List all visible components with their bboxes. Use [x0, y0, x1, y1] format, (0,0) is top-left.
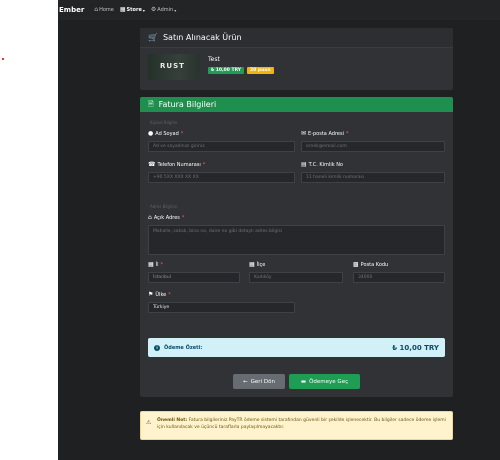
product-thumbnail: RUST — [148, 54, 200, 80]
price-badge: ₺ 10,00 TRY — [208, 67, 245, 74]
home-icon: ⌂ — [94, 6, 99, 13]
chevron-down-icon: ▾ — [142, 7, 145, 13]
order-item: RUST Test ₺ 10,00 TRY 20 puan — [140, 48, 453, 90]
email-label-text: E-posta Adresi — [308, 131, 344, 137]
personal-section-label: Kişisel Bilgiler — [150, 120, 178, 125]
order-card-title: Satın Alınacak Ürün — [162, 33, 242, 42]
district-label: ▦ İlçe — [249, 261, 266, 269]
back-button[interactable]: ← Geri Dön — [233, 374, 285, 389]
city-icon: ▦ — [148, 261, 154, 268]
summary-label-text: Ödeme Özeti: — [164, 344, 203, 351]
points-badge: 20 puan — [247, 67, 274, 74]
name-label-text: Ad Soyad — [155, 131, 179, 137]
name-input[interactable]: Ad ve soyadınızı giriniz — [148, 141, 295, 152]
billing-form: Kişisel Bilgiler ● Ad Soyad * Ad ve soyad… — [140, 112, 453, 397]
order-card: 🛒 Satın Alınacak Ürün RUST Test ₺ 10,00 … — [140, 28, 453, 90]
map-icon: ▦ — [249, 261, 255, 268]
tc-input[interactable]: 11 haneli kimlik numarası — [301, 172, 445, 183]
billing-card-header: 🗎 Fatura Bilgileri — [140, 97, 453, 112]
address-label-text: Açık Adres — [153, 215, 180, 221]
city-label-text: İl — [155, 262, 159, 268]
country-input[interactable]: Türkiye — [148, 302, 295, 313]
document-icon: 🗎 — [148, 100, 154, 108]
address-section-label: Adres Bilgileri — [150, 204, 178, 209]
navbar: Ember ⌂ Home ▦ Store ▾ ⚙ Admin ▾ — [58, 0, 500, 20]
email-label: ✉ E-posta Adresi * — [301, 130, 349, 138]
arrow-left-icon: ← — [243, 378, 248, 385]
email-input[interactable]: ornek@email.com — [301, 141, 445, 152]
address-label: ⌂ Açık Adres * — [148, 214, 185, 222]
red-dot-marker — [2, 58, 4, 60]
thumbnail-logo: RUST — [160, 62, 185, 70]
tc-label: ▤ T.C. Kimlik No — [301, 161, 343, 169]
address-textarea[interactable]: Mahalle, sokak, bina no, daire no gibi d… — [148, 225, 445, 255]
payment-summary: i Ödeme Özeti: ₺ 10,00 TRY — [148, 338, 445, 357]
country-label: ⚑ Ülke * — [148, 291, 171, 299]
nav-store[interactable]: ▦ Store ▾ — [119, 6, 145, 14]
mailbox-icon: ▩ — [353, 261, 359, 268]
proceed-payment-label: Ödemeye Geç — [309, 378, 349, 385]
store-icon: ▦ — [119, 6, 126, 13]
district-input[interactable]: Kadıköy — [249, 272, 343, 283]
nav-home[interactable]: ⌂ Home — [94, 6, 114, 14]
phone-label-text: Telefon Numarası — [157, 162, 201, 168]
summary-value: ₺ 10,00 TRY — [392, 343, 439, 352]
nav-admin-label: Admin — [157, 7, 174, 13]
billing-card-title: Fatura Bilgileri — [158, 100, 217, 109]
tc-label-text: T.C. Kimlik No — [308, 162, 343, 168]
info-icon: i — [154, 344, 160, 351]
product-name: Test — [208, 56, 220, 63]
nav-store-label: Store — [126, 7, 142, 13]
brand-logo[interactable]: Ember — [59, 6, 84, 14]
postal-label: ▩ Posta Kodu — [353, 261, 389, 269]
envelope-icon: ✉ — [301, 130, 307, 137]
chevron-down-icon: ▾ — [174, 7, 177, 13]
nav-admin[interactable]: ⚙ Admin ▾ — [150, 6, 177, 14]
phone-input[interactable]: +90 5XX XXX XX XX — [148, 172, 295, 183]
city-label: ▦ İl * — [148, 261, 164, 269]
credit-card-icon: ▬ — [300, 378, 307, 385]
postal-label-text: Posta Kodu — [360, 262, 389, 268]
postal-input[interactable]: 34000 — [353, 272, 445, 283]
notice-title: Önemli Not: — [157, 418, 188, 423]
home-icon: ⌂ — [148, 214, 152, 221]
notice-text: Fatura bilgileriniz PayTR ödeme sistemi … — [157, 418, 446, 430]
order-card-header: 🛒 Satın Alınacak Ürün — [140, 28, 453, 48]
product-badges: ₺ 10,00 TRY 20 puan — [208, 67, 274, 74]
summary-label: i Ödeme Özeti: — [154, 344, 203, 351]
nav-home-label: Home — [99, 7, 114, 13]
warning-icon: ⚠ — [146, 419, 152, 426]
product-info: Test ₺ 10,00 TRY 20 puan — [208, 54, 274, 74]
app-window: Ember ⌂ Home ▦ Store ▾ ⚙ Admin ▾ 🛒 Satın… — [58, 0, 500, 460]
id-card-icon: ▤ — [301, 161, 307, 168]
flag-icon: ⚑ — [148, 291, 154, 298]
user-icon: ● — [148, 130, 154, 137]
proceed-payment-button[interactable]: ▬ Ödemeye Geç — [289, 374, 360, 389]
back-button-label: Geri Dön — [250, 378, 275, 385]
phone-label: ☎ Telefon Numarası * — [148, 161, 206, 169]
name-label: ● Ad Soyad * — [148, 130, 184, 138]
important-notice: ⚠ Önemli Not: Fatura bilgileriniz PayTR … — [140, 411, 453, 440]
district-label-text: İlçe — [256, 262, 266, 268]
billing-card: 🗎 Fatura Bilgileri Kişisel Bilgiler ● Ad… — [140, 97, 453, 397]
city-input[interactable]: İstanbul — [148, 272, 240, 283]
cart-icon: 🛒 — [148, 32, 158, 42]
admin-icon: ⚙ — [150, 6, 157, 13]
country-label-text: Ülke — [155, 292, 167, 298]
phone-icon: ☎ — [148, 161, 156, 168]
